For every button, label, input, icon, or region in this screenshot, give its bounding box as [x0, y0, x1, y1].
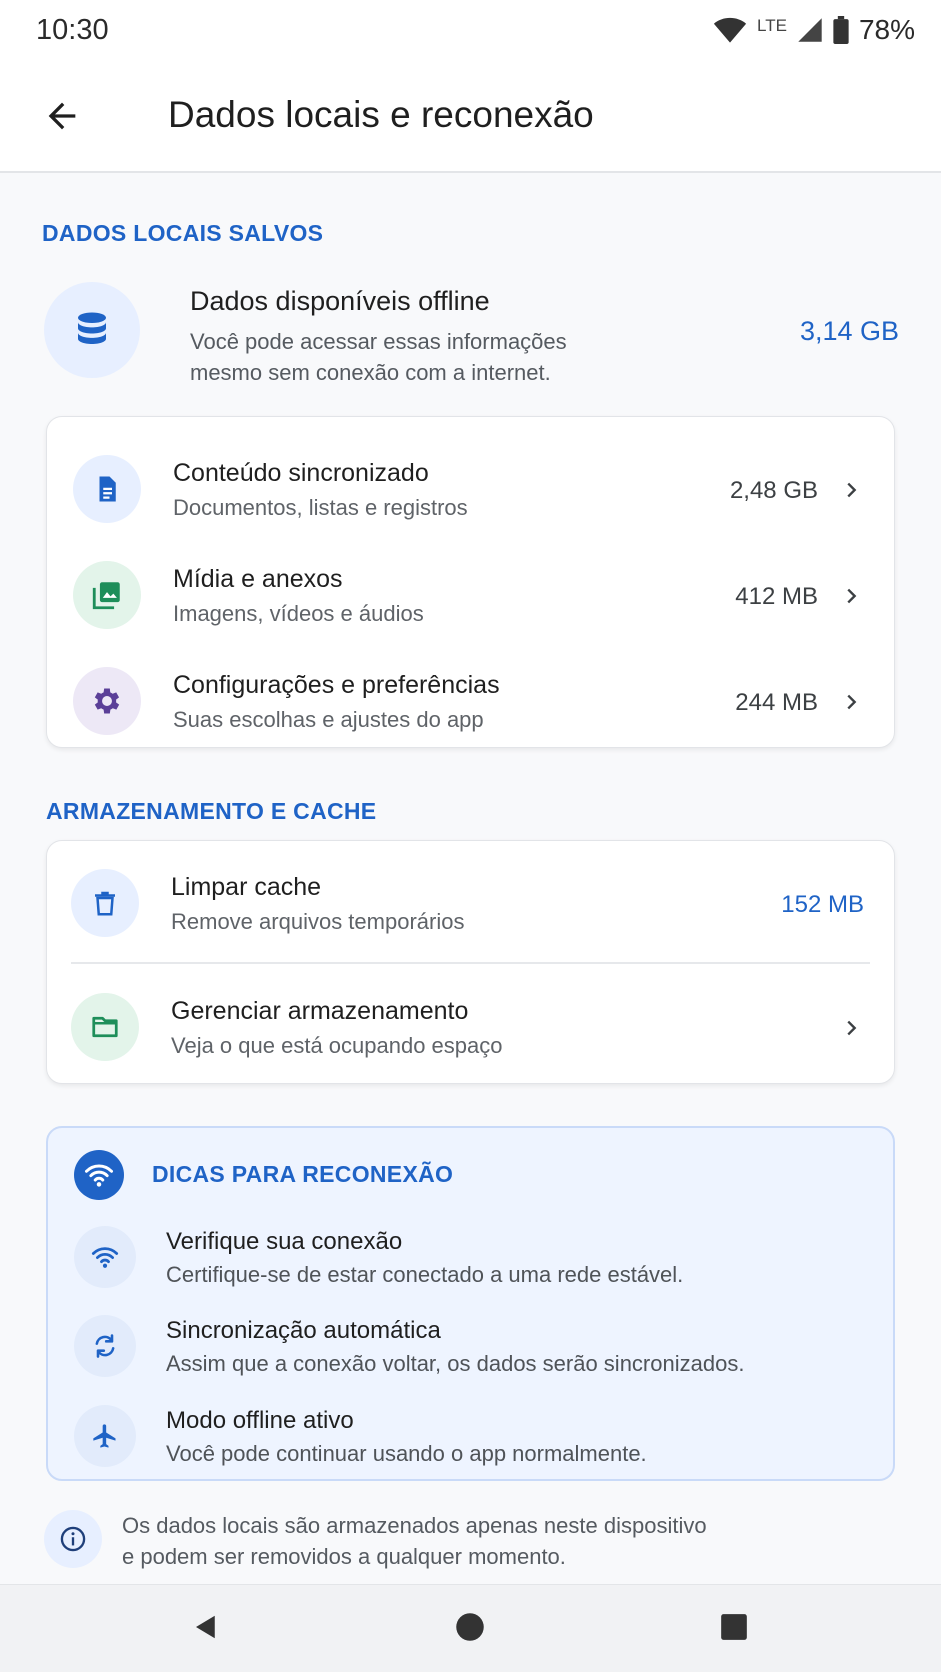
tip-subtitle: Certifique-se de estar conectado a uma r…	[166, 1262, 684, 1287]
sync-icon	[74, 1315, 136, 1377]
storage-card: Limpar cache Remove arquivos temporários…	[46, 840, 895, 1084]
tips-title: DICAS PARA RECONEXÃO	[152, 1161, 454, 1187]
list-item-title: Mídia e anexos	[173, 565, 343, 593]
status-bar: 10:30 LTE 78%	[0, 0, 941, 60]
database-icon	[44, 282, 140, 378]
info-note-text: Os dados locais são armazenados apenas n…	[122, 1510, 822, 1572]
nav-back-button[interactable]	[184, 1607, 228, 1651]
list-item-title: Gerenciar armazenamento	[171, 997, 469, 1025]
offline-title: Dados disponíveis offline	[190, 286, 490, 316]
list-item-size: 2,48 GB	[729, 477, 818, 504]
triangle-back-icon	[191, 1612, 221, 1647]
list-item-title: Configurações e preferências	[173, 671, 500, 699]
status-time: 10:30	[36, 13, 109, 46]
list-item-settings-preferences[interactable]: Configurações e preferências Suas escolh…	[47, 649, 894, 749]
manage-storage-item[interactable]: Gerenciar armazenamento Veja o que está …	[47, 975, 894, 1075]
folder-icon	[71, 993, 139, 1061]
tip-auto-sync: Sincronização automática Assim que a con…	[48, 1307, 893, 1387]
chevron-right-icon	[838, 475, 864, 505]
app-bar: Dados locais e reconexão	[0, 60, 941, 173]
list-item-media-attachments[interactable]: Mídia e anexos Imagens, vídeos e áudios …	[47, 543, 894, 643]
tip-title: Sincronização automática	[166, 1317, 441, 1344]
info-note-line-2: e podem ser removidos a qualquer momento…	[122, 1544, 566, 1569]
list-item-subtitle: Imagens, vídeos e áudios	[173, 601, 424, 626]
tip-subtitle: Assim que a conexão voltar, os dados ser…	[166, 1351, 745, 1376]
info-note-line-1: Os dados locais são armazenados apenas n…	[122, 1513, 707, 1538]
trash-icon	[71, 869, 139, 937]
list-item-title: Conteúdo sincronizado	[173, 459, 429, 487]
system-nav-bar	[0, 1584, 941, 1672]
square-recents-icon	[720, 1613, 748, 1646]
offline-data-summary: Dados disponíveis offline Você pode aces…	[44, 282, 899, 392]
document-icon	[73, 455, 141, 523]
tip-title: Verifique sua conexão	[166, 1228, 403, 1255]
list-item-subtitle: Remove arquivos temporários	[171, 909, 465, 934]
list-item-size: 244 MB	[735, 689, 818, 716]
page-title: Dados locais e reconexão	[168, 94, 594, 135]
status-icons: LTE 78%	[713, 14, 915, 46]
wifi-icon	[713, 16, 747, 44]
list-item-synced-content[interactable]: Conteúdo sincronizado Documentos, listas…	[47, 437, 894, 537]
nav-recents-button[interactable]	[712, 1607, 756, 1651]
tip-subtitle: Você pode continuar usando o app normalm…	[166, 1441, 647, 1466]
battery-percentage: 78%	[858, 14, 915, 45]
saved-data-card: Conteúdo sincronizado Documentos, listas…	[46, 416, 895, 748]
list-item-subtitle: Veja o que está ocupando espaço	[171, 1033, 503, 1058]
signal-icon	[797, 17, 823, 43]
circle-home-icon	[455, 1612, 485, 1647]
divider	[71, 962, 870, 964]
offline-description: Você pode acessar essas informações mesm…	[190, 329, 567, 385]
wifi-icon	[74, 1226, 136, 1288]
list-item-title: Limpar cache	[171, 873, 322, 901]
reconnection-tips-card: DICAS PARA RECONEXÃO Verifique sua conex…	[46, 1126, 895, 1481]
tip-title: Modo offline ativo	[166, 1407, 354, 1434]
info-icon	[44, 1510, 102, 1568]
nav-home-button[interactable]	[448, 1607, 492, 1651]
cache-size: 152 MB	[781, 891, 864, 918]
chevron-right-icon	[838, 581, 864, 611]
tip-offline-mode: Modo offline ativo Você pode continuar u…	[48, 1397, 893, 1477]
chevron-right-icon	[838, 687, 864, 717]
list-item-subtitle: Suas escolhas e ajustes do app	[173, 707, 484, 732]
image-icon	[73, 561, 141, 629]
section-label-storage-cache: ARMAZENAMENTO E CACHE	[46, 798, 377, 824]
clear-cache-button[interactable]: Limpar cache Remove arquivos temporários…	[47, 851, 894, 951]
airplane-icon	[74, 1405, 136, 1467]
section-label-saved-data: DADOS LOCAIS SALVOS	[42, 220, 324, 246]
list-item-size: 412 MB	[735, 583, 818, 610]
gear-icon	[73, 667, 141, 735]
wifi-icon	[74, 1150, 124, 1200]
list-item-subtitle: Documentos, listas e registros	[173, 495, 468, 520]
arrow-back-icon	[42, 96, 82, 141]
chevron-right-icon	[838, 1013, 864, 1043]
network-type: LTE	[757, 16, 787, 35]
back-button[interactable]	[38, 94, 86, 142]
offline-size: 3,14 GB	[799, 316, 899, 346]
info-note: Os dados locais são armazenados apenas n…	[44, 1504, 899, 1574]
tip-check-connection: Verifique sua conexão Certifique-se de e…	[48, 1218, 893, 1298]
battery-icon	[833, 16, 849, 44]
